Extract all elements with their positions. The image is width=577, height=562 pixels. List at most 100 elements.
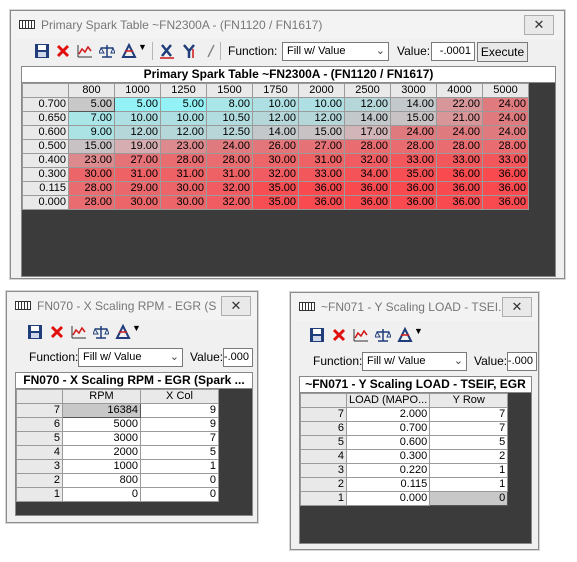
table-cell[interactable]: 32.00 (206, 195, 253, 210)
function-select[interactable]: Fill w/ Value ⌄ (78, 348, 183, 367)
table-cell[interactable]: 28.00 (482, 139, 529, 154)
row-header[interactable]: 1 (16, 487, 63, 502)
table-cell[interactable]: 0.115 (345, 477, 431, 492)
column-header[interactable]: RPM (62, 389, 141, 404)
table-cell[interactable]: 31.00 (298, 153, 345, 168)
table-cell[interactable]: 1 (140, 459, 219, 474)
table-cell[interactable]: 1 (429, 477, 509, 492)
delete-icon[interactable] (49, 324, 65, 340)
table-cell[interactable]: 10.00 (252, 97, 299, 112)
column-header[interactable]: 2000 (298, 83, 345, 98)
value-input[interactable]: -.0001 (431, 42, 475, 61)
table-cell[interactable]: 9 (140, 403, 219, 418)
row-header[interactable]: 5 (16, 431, 63, 446)
table-cell[interactable]: 1 (429, 463, 509, 478)
row-header[interactable]: 0.700 (22, 97, 69, 112)
table-cell[interactable]: 24.00 (206, 139, 253, 154)
row-header[interactable]: 6 (16, 417, 63, 432)
table-cell[interactable]: 28.00 (344, 139, 391, 154)
table-cell[interactable]: 31.00 (160, 167, 207, 182)
close-button[interactable]: ✕ (221, 296, 251, 316)
table-cell[interactable]: 24.00 (482, 125, 529, 140)
column-header[interactable]: 4000 (436, 83, 483, 98)
table-cell[interactable]: 27.00 (298, 139, 345, 154)
row-header[interactable]: 0.500 (22, 139, 69, 154)
table-cell[interactable]: 0.700 (345, 421, 431, 436)
column-header[interactable]: 5000 (482, 83, 529, 98)
graph-icon[interactable] (77, 43, 93, 59)
delta-dropdown-chevron-icon[interactable]: ▼ (132, 323, 141, 333)
table-cell[interactable]: 33.00 (390, 153, 437, 168)
table-cell[interactable]: 36.00 (482, 181, 529, 196)
table-cell[interactable]: 2.000 (345, 407, 431, 422)
table-cell[interactable]: 14.00 (390, 97, 437, 112)
table-cell[interactable]: 26.00 (252, 139, 299, 154)
table-cell[interactable]: 34.00 (344, 167, 391, 182)
table-cell[interactable]: 24.00 (390, 125, 437, 140)
column-header[interactable]: 2500 (344, 83, 391, 98)
table-cell[interactable]: 12.50 (206, 125, 253, 140)
row-header[interactable]: 2 (300, 477, 347, 492)
table-cell[interactable]: 5.00 (68, 97, 115, 112)
close-button[interactable]: ✕ (502, 297, 532, 317)
table-cell[interactable]: 14.00 (344, 111, 391, 126)
row-header[interactable]: 0.400 (22, 153, 69, 168)
table-cell[interactable]: 36.00 (344, 195, 391, 210)
table-cell[interactable]: 15.00 (390, 111, 437, 126)
row-header[interactable]: 0.000 (22, 195, 69, 210)
table-cell[interactable]: 16384 (62, 403, 141, 418)
table-cell[interactable]: 31.00 (206, 167, 253, 182)
row-header[interactable]: 0.300 (22, 167, 69, 182)
function-select[interactable]: Fill w/ Value ⌄ (362, 352, 467, 371)
table-cell[interactable]: 10.00 (298, 97, 345, 112)
table-cell[interactable]: 30.00 (114, 195, 161, 210)
column-header[interactable]: X Col (140, 389, 219, 404)
title-bar[interactable]: Primary Spark Table ~FN2300A - (FN1120 /… (11, 11, 564, 39)
table-cell[interactable]: 28.00 (206, 153, 253, 168)
graph-icon[interactable] (353, 327, 369, 343)
execute-button[interactable]: Execute (477, 42, 528, 62)
balance-scale-icon[interactable] (99, 43, 115, 59)
table-cell[interactable]: 36.00 (298, 181, 345, 196)
table-cell[interactable]: 30.00 (160, 195, 207, 210)
balance-scale-icon[interactable] (375, 327, 391, 343)
table-cell[interactable]: 12.00 (298, 111, 345, 126)
table-cell[interactable]: 28.00 (436, 139, 483, 154)
table-cell[interactable]: 36.00 (482, 167, 529, 182)
column-header[interactable]: 1250 (160, 83, 207, 98)
table-cell[interactable]: 36.00 (390, 181, 437, 196)
row-header[interactable]: 3 (300, 463, 347, 478)
delta-dropdown-chevron-icon[interactable]: ▼ (414, 326, 423, 336)
table-cell[interactable]: 5 (140, 445, 219, 460)
table-cell[interactable]: 3000 (62, 431, 141, 446)
function-select[interactable]: Fill w/ Value ⌄ (282, 42, 389, 61)
table-cell[interactable]: 19.00 (114, 139, 161, 154)
table-cell[interactable]: 24.00 (482, 111, 529, 126)
table-cell[interactable]: 0.300 (345, 449, 431, 464)
table-cell[interactable]: 24.00 (436, 125, 483, 140)
table-cell[interactable]: 12.00 (252, 111, 299, 126)
column-header[interactable]: 3000 (390, 83, 437, 98)
table-cell[interactable]: 32.00 (252, 167, 299, 182)
x-axis-icon[interactable] (159, 43, 175, 59)
table-cell[interactable]: 10.00 (114, 111, 161, 126)
table-cell[interactable]: 14.00 (252, 125, 299, 140)
table-cell[interactable]: 30.00 (160, 181, 207, 196)
table-cell[interactable]: 0 (140, 473, 219, 488)
table-cell[interactable]: 0 (429, 491, 509, 506)
table-cell[interactable]: 36.00 (298, 195, 345, 210)
row-header[interactable]: 5 (300, 435, 347, 450)
row-header[interactable]: 2 (16, 473, 63, 488)
table-cell[interactable]: 5.00 (114, 97, 161, 112)
table-cell[interactable]: 12.00 (114, 125, 161, 140)
table-cell[interactable]: 0 (140, 487, 219, 502)
column-header[interactable]: LOAD (MAPO... (345, 393, 431, 408)
table-cell[interactable]: 9 (140, 417, 219, 432)
table-cell[interactable]: 36.00 (344, 181, 391, 196)
table-cell[interactable]: 23.00 (68, 153, 115, 168)
table-cell[interactable]: 7.00 (68, 111, 115, 126)
table-cell[interactable]: 32.00 (344, 153, 391, 168)
save-icon[interactable] (27, 324, 43, 340)
delete-icon[interactable] (55, 43, 71, 59)
table-cell[interactable]: 32.00 (206, 181, 253, 196)
